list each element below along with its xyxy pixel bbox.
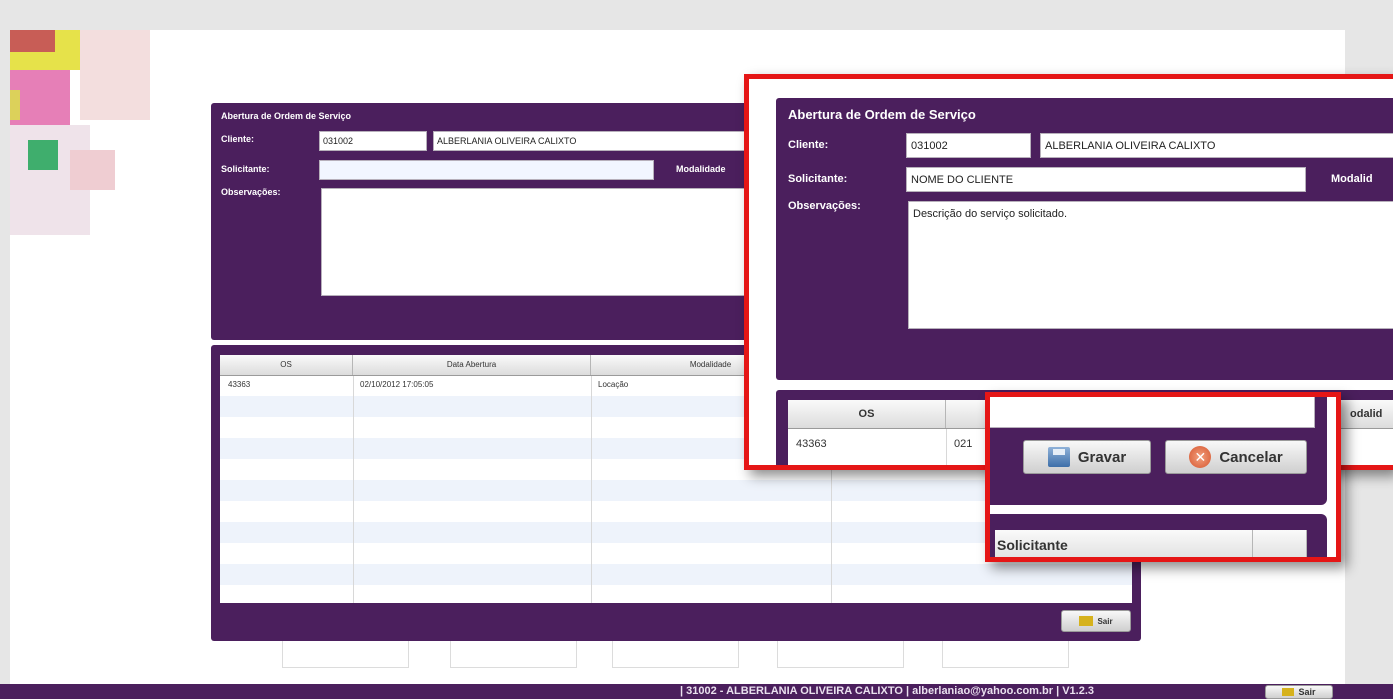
footer-bar: | 31002 - ALBERLANIA OLIVEIRA CALIXTO | … [0,684,1393,699]
modality-label: Modalidade [676,164,726,174]
cell-modality: Locação [598,380,629,389]
client-code-field[interactable]: 031002 [319,131,427,151]
footer-exit-button[interactable]: Sair [1265,685,1333,699]
zoom-buttons-highlight-frame [985,392,1341,562]
notes-textarea[interactable] [321,188,771,296]
form-title: Abertura de Ordem de Serviço [221,111,352,121]
notes-label: Observações: [221,187,281,197]
cell-os: 43363 [228,380,251,389]
footer-status: | 31002 - ALBERLANIA OLIVEIRA CALIXTO | … [680,685,1095,697]
background-tiles [282,641,1082,669]
client-name-field[interactable]: ALBERLANIA OLIVEIRA CALIXTO [433,131,771,151]
cell-open-date: 02/10/2012 17:05:05 [360,380,434,389]
zoom-callout-buttons: Gravar ✕ Cancelar Solicitante [985,392,1341,562]
footer-exit-label: Sair [1298,687,1316,697]
requester-label: Solicitante: [221,164,270,174]
column-header-open-date[interactable]: Data Abertura [353,355,591,375]
app-logo [10,30,150,240]
column-header-os[interactable]: OS [220,355,353,375]
client-label: Cliente: [221,134,255,144]
requester-field[interactable] [319,160,654,180]
footer-exit-icon [1282,688,1295,696]
exit-button-label: Sair [1097,616,1113,626]
service-order-form: Abertura de Ordem de Serviço Cliente: 03… [211,103,771,340]
exit-icon [1079,616,1094,626]
exit-button[interactable]: Sair [1061,610,1131,632]
